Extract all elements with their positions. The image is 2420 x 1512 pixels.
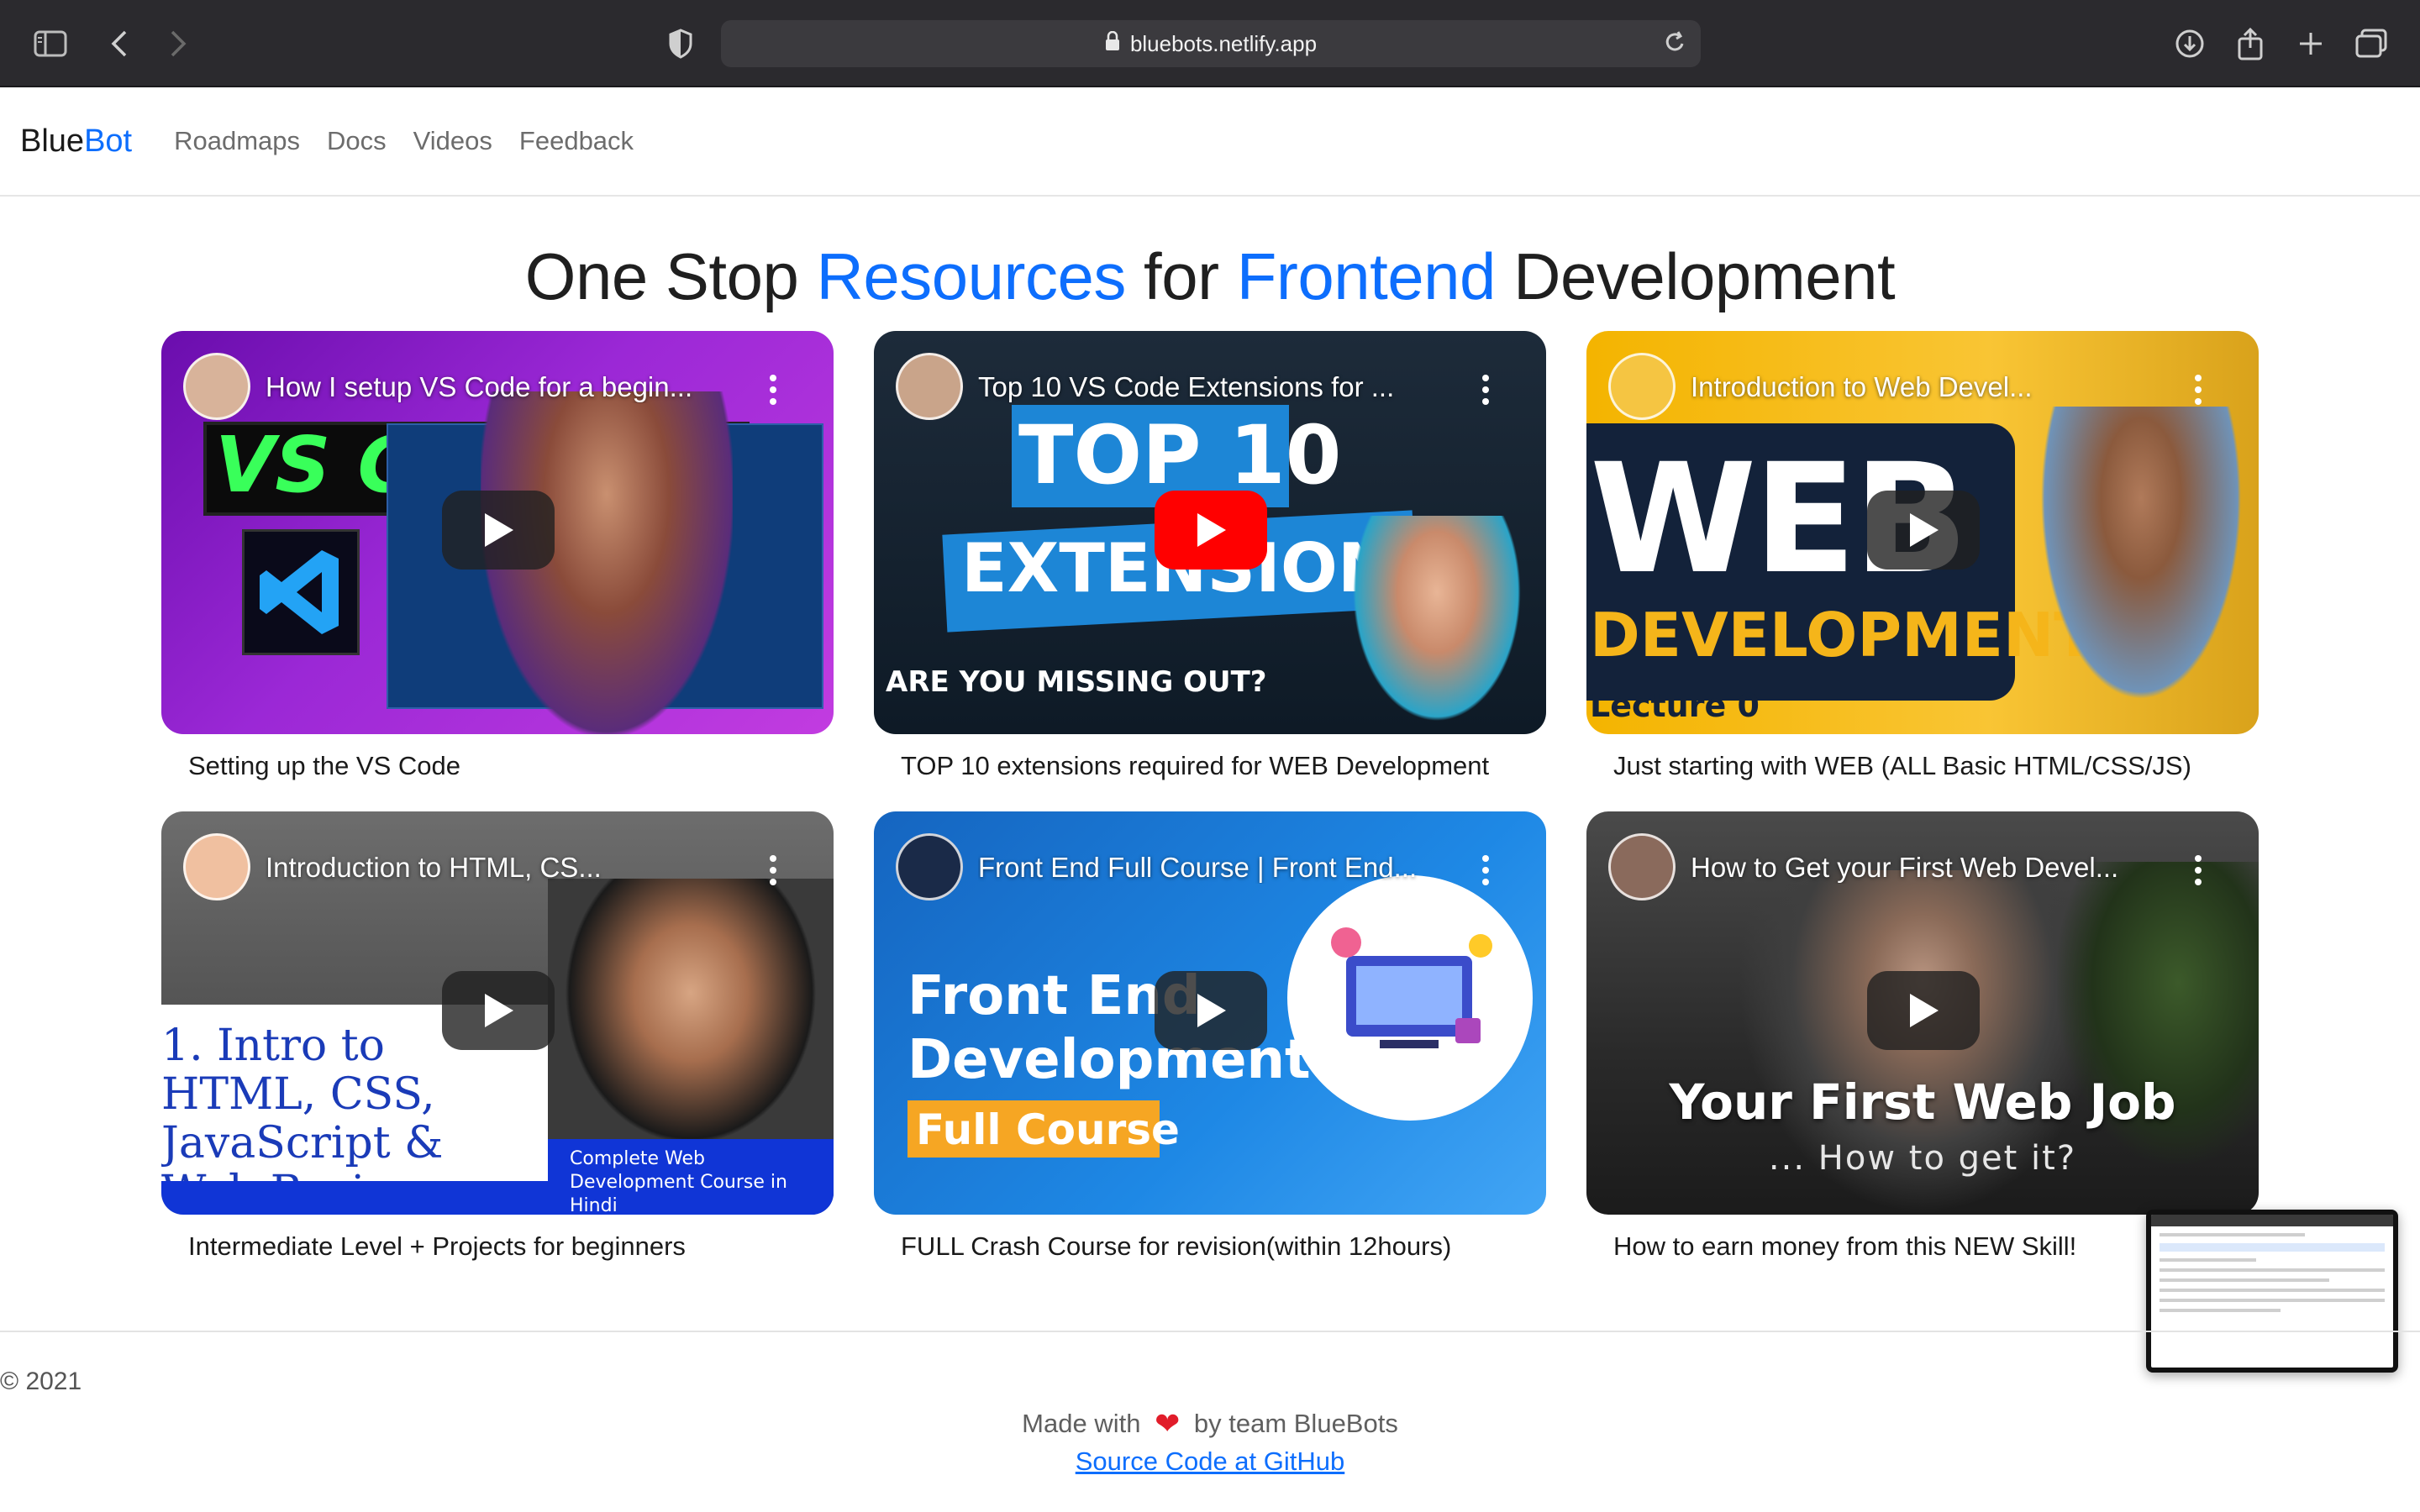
thumb-overlay-sub: ... How to get it? [1768,1139,2077,1178]
video-title[interactable]: How I setup VS Code for a begin... [266,371,736,403]
video-embed[interactable]: Front End Development Full Course Front … [874,811,1546,1215]
thumb-overlay-mid: DEVELOPMENT [1590,600,2096,670]
thumb-overlay-main: Your First Web Job [1669,1074,2176,1131]
video-caption: Intermediate Level + Projects for beginn… [188,1231,686,1261]
title-part-3: for [1125,239,1237,313]
title-part-1: One Stop [524,239,817,313]
video-card: VS CODE How I setup VS Code for a begin.… [161,331,834,781]
share-icon[interactable] [2232,25,2269,62]
url-text: bluebots.netlify.app [1129,30,1318,56]
made-with-text: Made with ❤ by team BlueBots [0,1406,2420,1441]
video-title[interactable]: Front End Full Course | Front End... [978,852,1449,884]
thumb-overlay-top: TOP 10 [1018,408,1342,502]
nav-link-videos[interactable]: Videos [413,126,492,156]
thumb-illustration [1287,875,1533,1121]
more-options-icon[interactable] [770,375,778,405]
play-button[interactable] [1155,971,1267,1050]
play-button[interactable] [442,491,555,570]
more-options-icon[interactable] [1482,375,1491,405]
play-button[interactable] [1867,491,1980,570]
nav-link-roadmaps[interactable]: Roadmaps [174,126,300,156]
video-title[interactable]: Top 10 VS Code Extensions for ... [978,371,1449,403]
preview-line [2160,1299,2385,1302]
thumb-overlay-badge: Full Course [916,1105,1180,1154]
heart-icon: ❤ [1155,1406,1181,1441]
preview-line [2160,1268,2385,1272]
video-title[interactable]: Introduction to HTML, CS... [266,852,736,884]
thumb-overlay-bottom: Lecture 0 [1590,687,1760,724]
page-title: One Stop Resources for Frontend Developm… [0,239,2420,315]
more-options-icon[interactable] [2195,855,2203,885]
brand-logo[interactable]: BlueBot [20,123,132,160]
nav-link-docs[interactable]: Docs [327,126,387,156]
channel-avatar[interactable] [896,353,963,420]
video-card: TOP 10 EXTENSIONS ARE YOU MISSING OUT? T… [874,331,1546,781]
tab-overview-icon[interactable] [2353,25,2390,62]
thumb-overlay-bottom: ARE YOU MISSING OUT? [886,665,1267,699]
address-bar[interactable]: bluebots.netlify.app [721,20,1701,67]
site-navbar: BlueBot Roadmaps Docs Videos Feedback [0,87,2420,197]
copyright-text: © 2021 [0,1368,82,1395]
video-embed[interactable]: WEB DEVELOPMENT Lecture 0 Introduction t… [1586,331,2259,734]
video-title[interactable]: How to Get your First Web Devel... [1691,852,2161,884]
video-caption: Setting up the VS Code [188,751,461,780]
screenshot-preview-thumbnail[interactable] [2146,1210,2398,1373]
video-title[interactable]: Introduction to Web Devel... [1691,371,2161,403]
play-button[interactable] [442,971,555,1050]
video-embed[interactable]: Your First Web Job ... How to get it? Ho… [1586,811,2259,1215]
thumb-person [1344,516,1529,734]
privacy-shield-icon[interactable] [662,25,699,62]
preview-line [2160,1258,2257,1262]
video-embed[interactable]: VS CODE How I setup VS Code for a begin.… [161,331,834,734]
play-button[interactable] [1155,491,1267,570]
video-embed[interactable]: TOP 10 EXTENSIONS ARE YOU MISSING OUT? T… [874,331,1546,734]
video-caption: FULL Crash Course for revision(within 12… [901,1231,1452,1261]
video-card: Front End Development Full Course Front … [874,811,1546,1262]
preview-line [2160,1233,2305,1236]
video-caption: TOP 10 extensions required for WEB Devel… [901,751,1490,780]
channel-avatar[interactable] [1608,833,1676,900]
title-part-5: Development [1495,239,1896,313]
channel-avatar[interactable] [183,353,250,420]
preview-line [2160,1243,2385,1252]
back-icon[interactable] [101,25,138,62]
new-tab-icon[interactable] [2292,25,2329,62]
preview-titlebar [2151,1215,2393,1226]
title-highlight-frontend: Frontend [1236,239,1497,313]
reload-icon[interactable] [1662,29,1687,63]
made-with-suffix: by team BlueBots [1193,1409,1398,1438]
thumb-person [548,879,834,1164]
thumb-person [2023,407,2259,734]
vscode-logo-icon [242,529,360,655]
channel-avatar[interactable] [896,833,963,900]
lock-icon [1105,30,1120,57]
thumb-overlay-badge: Complete Web Development Course in Hindi [570,1148,787,1215]
preview-line [2160,1278,2329,1282]
video-card: 1. Intro to HTML, CSS, JavaScript & Web … [161,811,834,1262]
more-options-icon[interactable] [2195,375,2203,405]
brand-text-2: Bot [84,123,133,159]
play-button[interactable] [1867,971,1980,1050]
video-card: Your First Web Job ... How to get it? Ho… [1586,811,2259,1262]
footer-divider [0,1331,2420,1332]
video-embed[interactable]: 1. Intro to HTML, CSS, JavaScript & Web … [161,811,834,1215]
video-card: WEB DEVELOPMENT Lecture 0 Introduction t… [1586,331,2259,781]
preview-line [2160,1309,2281,1312]
source-code-link[interactable]: Source Code at GitHub [0,1446,2420,1477]
channel-avatar[interactable] [183,833,250,900]
sidebar-toggle-icon[interactable] [32,25,69,62]
brand-text-1: Blue [20,123,85,159]
nav-link-feedback[interactable]: Feedback [519,126,634,156]
downloads-icon[interactable] [2171,25,2208,62]
more-options-icon[interactable] [1482,855,1491,885]
video-caption: Just starting with WEB (ALL Basic HTML/C… [1613,751,2191,780]
browser-toolbar: bluebots.netlify.app [0,0,2420,87]
preview-line [2160,1289,2385,1292]
forward-icon[interactable] [160,25,197,62]
channel-avatar[interactable] [1608,353,1676,420]
title-highlight-resources: Resources [816,239,1127,313]
made-with-prefix: Made with [1022,1409,1141,1438]
more-options-icon[interactable] [770,855,778,885]
